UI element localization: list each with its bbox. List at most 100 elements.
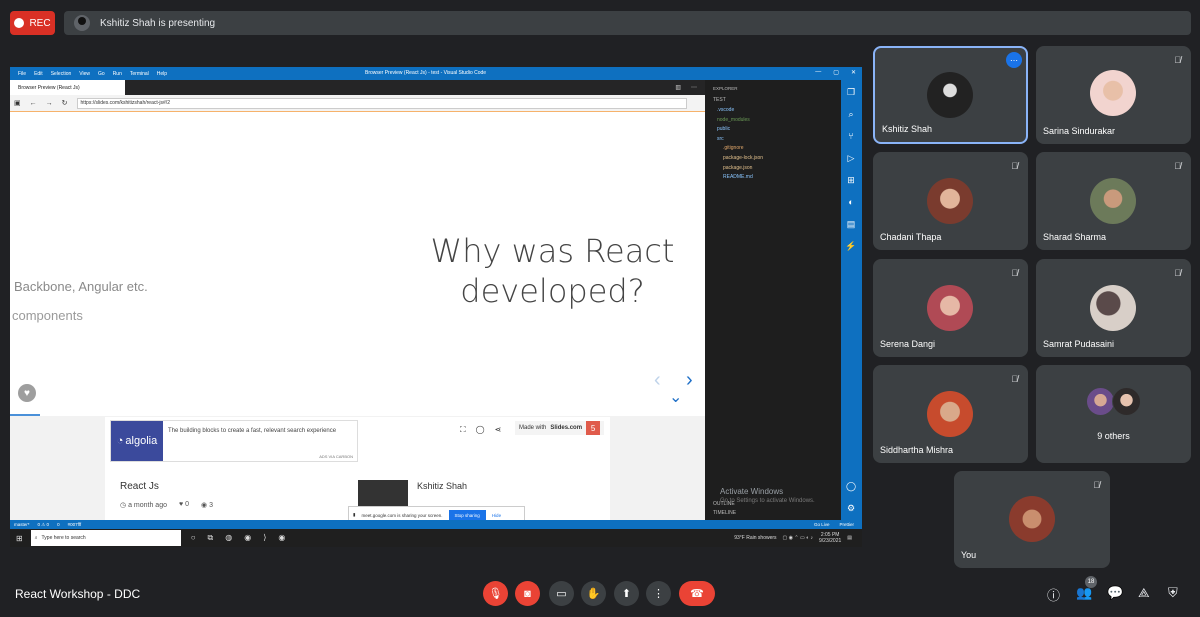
- views-count: 3: [209, 502, 213, 509]
- likes-count: 0: [185, 501, 189, 508]
- taskbar-search-placeholder: Type here to search: [41, 535, 86, 541]
- participant-name: Siddhartha Mishra: [880, 445, 954, 455]
- clock-date: 9/23/2021: [819, 538, 842, 544]
- present-button[interactable]: ⬆: [614, 581, 639, 606]
- explorer-item: node_modules: [717, 116, 750, 123]
- mic-off-icon: 🎙̸: [1174, 55, 1181, 65]
- slide-faded-text-2: components: [12, 308, 83, 323]
- made-with-badge: Made with Slides.com 5: [515, 421, 605, 435]
- edge-icon: ◍: [225, 533, 233, 542]
- presenter-avatar: [74, 15, 90, 31]
- participant-tile-you[interactable]: 🎙̸ You: [954, 471, 1110, 568]
- algolia-logo: ◔ algolia: [111, 421, 163, 461]
- participant-name: Chadani Thapa: [880, 232, 942, 242]
- back-icon: ←: [29, 99, 37, 107]
- more-options-icon[interactable]: ⋯: [1006, 52, 1022, 68]
- shared-screen: File Edit Selection View Go Run Terminal Help B…: [10, 67, 862, 547]
- meeting-name: React Workshop - DDC: [15, 587, 141, 601]
- mic-off-icon: 🎙̸: [1174, 161, 1181, 171]
- participant-tile-kshitiz[interactable]: ⋯ Kshitiz Shah: [873, 46, 1028, 144]
- clock: 2:05 PM 9/23/2021: [819, 532, 841, 544]
- raise-hand-button[interactable]: ✋: [581, 581, 606, 606]
- heart-icon: ♥: [18, 384, 36, 402]
- participant-name: Kshitiz Shah: [882, 124, 933, 134]
- explorer-item: .vscode: [717, 107, 735, 113]
- captions-button[interactable]: ▭: [549, 581, 574, 606]
- activities-button[interactable]: ⟁: [1138, 585, 1150, 601]
- participant-tile-serena[interactable]: 🎙̸ Serena Dangi: [873, 259, 1028, 357]
- presenting-banner: Kshitiz Shah is presenting: [64, 11, 1191, 35]
- sharing-text: meet.google.com is sharing your screen.: [361, 512, 443, 518]
- deck-likes: ♥ 0: [179, 501, 189, 509]
- carbon-ad: ◔ algolia The building blocks to create …: [110, 420, 358, 462]
- status-item: master*: [14, 521, 30, 527]
- forward-icon: →: [45, 99, 53, 107]
- participant-tile-others[interactable]: 9 others: [1036, 365, 1191, 463]
- settings-icon: ⚙: [846, 503, 856, 513]
- participant-tile-chadani[interactable]: 🎙̸ Chadani Thapa: [873, 152, 1028, 250]
- files-icon: ❐: [846, 87, 856, 97]
- vscode-menu-item: Selection: [50, 70, 72, 77]
- host-controls-button[interactable]: ⛨: [1168, 585, 1178, 601]
- slide-title-line1: Why was React: [430, 232, 675, 270]
- extensions-icon: ⊞: [847, 175, 855, 185]
- ad-via: ADS VIA CARBON: [319, 454, 353, 459]
- mic-off-icon: 🎙̸: [1011, 161, 1018, 171]
- taskbar-search: ⌕ Type here to search: [30, 530, 181, 546]
- window-controls: — ▢ ✕: [815, 69, 856, 76]
- task-view-icon: ⧉: [207, 533, 214, 542]
- windows-start-icon: ⊞: [16, 533, 23, 543]
- cortana-icon: ○: [190, 533, 196, 542]
- recording-badge: REC: [10, 11, 55, 35]
- mic-toggle-button[interactable]: 🎙: [483, 581, 508, 606]
- status-item: #007fff: [67, 521, 82, 527]
- slides-page-footer: ◔ algolia The building blocks to create …: [10, 416, 705, 520]
- share-icon: ⋖: [494, 425, 502, 434]
- mic-off-icon: 🎙̸: [1011, 374, 1018, 384]
- account-icon: ◯: [845, 481, 857, 491]
- meeting-details-button[interactable]: ⓘ: [1047, 585, 1060, 604]
- chevron-left-icon: ‹: [654, 369, 661, 391]
- others-count: 9 others: [1097, 431, 1130, 441]
- windows-taskbar: ⊞ ⌕ Type here to search ○ ⧉ ◍ ◉ ⟩ ◉ 93°F…: [10, 529, 862, 547]
- record-dot-icon: [14, 18, 25, 28]
- sharing-icon: ▮: [353, 512, 356, 517]
- captions-icon: ▭: [556, 588, 567, 600]
- deck-views: ◉ 3: [201, 501, 213, 509]
- made-with-brand: Slides.com: [550, 425, 583, 431]
- vscode-titlebar: File Edit Selection View Go Run Terminal Help B…: [10, 67, 862, 80]
- avatar: [1090, 285, 1136, 331]
- present-icon: ⬆: [621, 588, 632, 600]
- participant-tile-samrat[interactable]: 🎙̸ Samrat Pudasaini: [1036, 259, 1191, 357]
- mic-off-icon: 🎙̸: [1174, 268, 1181, 278]
- vscode-menu-item: File: [18, 70, 27, 77]
- tab-browser-preview: Browser Preview (React Js): [10, 80, 125, 95]
- explorer-item: .gitignore: [723, 145, 744, 152]
- avatar: [1090, 70, 1136, 116]
- explorer-root: TEST: [713, 97, 726, 103]
- explorer-item: public: [717, 126, 731, 133]
- avatar: [927, 72, 973, 118]
- ad-brand: algolia: [125, 435, 158, 447]
- chat-button[interactable]: 💬: [1107, 585, 1123, 601]
- slide-faded-text-1: Backbone, Angular etc.: [14, 279, 148, 294]
- end-call-button[interactable]: ☎: [679, 581, 715, 606]
- status-item: 0 ⚠ 0: [37, 521, 50, 527]
- source-control-icon: ⑂: [848, 131, 854, 141]
- split-editor-icon: ▥: [675, 85, 681, 91]
- notifications-icon: ▤: [847, 535, 852, 541]
- taskbar-apps: ○ ⧉ ◍ ◉ ⟩ ◉: [191, 533, 286, 543]
- mic-off-icon: 🎙̸: [1093, 480, 1100, 490]
- participant-tile-siddhartha[interactable]: 🎙̸ Siddhartha Mishra: [873, 365, 1028, 463]
- chat-icon: 💬: [1107, 585, 1124, 600]
- stop-sharing-button: Stop sharing: [448, 509, 486, 521]
- more-options-button[interactable]: ⋮: [646, 581, 671, 606]
- participant-name: Sarina Sindurakar: [1043, 126, 1116, 136]
- participant-tile-sarina[interactable]: 🎙̸ Sarina Sindurakar: [1036, 46, 1191, 144]
- weather-text: 93°F Rain showers: [734, 535, 777, 541]
- camera-toggle-button[interactable]: ◙: [515, 581, 540, 606]
- avatar: [927, 391, 973, 437]
- deck-tools: ⛶ ◯ ⋖: [460, 425, 501, 435]
- explorer-item: package.json: [723, 164, 753, 171]
- participant-tile-sharad[interactable]: 🎙̸ Sharad Sharma: [1036, 152, 1191, 250]
